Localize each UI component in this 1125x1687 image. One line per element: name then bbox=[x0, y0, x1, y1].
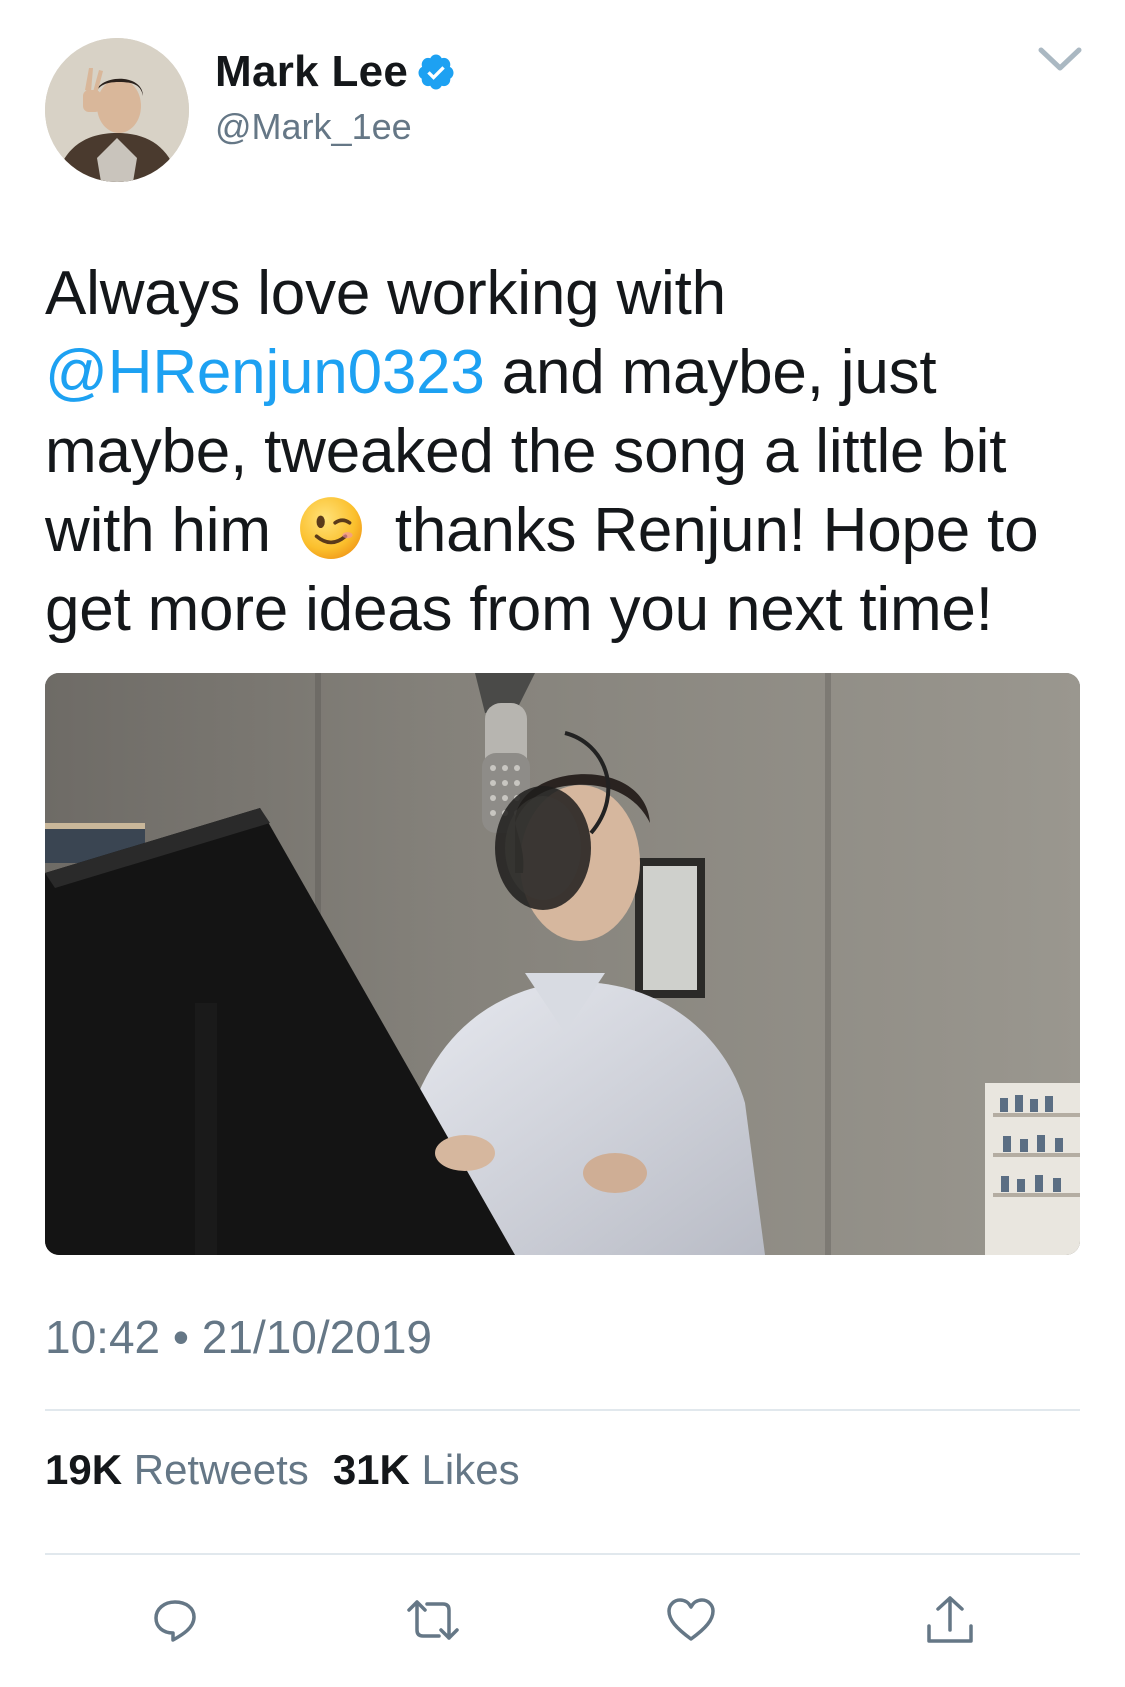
chevron-down-icon bbox=[1038, 47, 1082, 71]
tweet-text: Always love working with @HRenjun0323 an… bbox=[45, 254, 1085, 649]
avatar[interactable] bbox=[45, 38, 189, 182]
author-handle[interactable]: @Mark_1ee bbox=[215, 106, 412, 148]
tweet-text-segment: Always love working with bbox=[45, 259, 726, 328]
likes-label: Likes bbox=[421, 1446, 520, 1493]
share-button[interactable] bbox=[920, 1590, 980, 1650]
divider bbox=[45, 1553, 1080, 1555]
verified-badge-icon bbox=[418, 54, 454, 90]
heart-icon bbox=[667, 1598, 715, 1641]
retweet-button[interactable] bbox=[403, 1590, 463, 1650]
tweet-stats: 19K Retweets 31K Likes bbox=[45, 1446, 520, 1494]
share-icon bbox=[927, 1596, 973, 1643]
likes-count: 31K bbox=[332, 1446, 410, 1493]
tweet-detail: Mark Lee @Mark_1ee Always love working w… bbox=[0, 0, 1125, 1687]
more-options-button[interactable] bbox=[1034, 40, 1086, 80]
divider bbox=[45, 1409, 1080, 1411]
winking-face-emoji-icon bbox=[299, 497, 362, 559]
reply-button[interactable] bbox=[145, 1590, 205, 1650]
retweets-label: Retweets bbox=[133, 1446, 309, 1493]
like-button[interactable] bbox=[661, 1590, 721, 1650]
retweets-count: 19K bbox=[45, 1446, 123, 1493]
mention-link[interactable]: @HRenjun0323 bbox=[45, 338, 485, 407]
likes-stat[interactable]: 31K Likes bbox=[333, 1446, 520, 1493]
retweets-stat[interactable]: 19K Retweets bbox=[45, 1446, 309, 1493]
recording-studio-photo bbox=[45, 673, 1080, 1255]
action-bar bbox=[45, 1590, 1080, 1650]
tweet-timestamp: 10:42 • 21/10/2019 bbox=[45, 1311, 433, 1363]
retweet-icon bbox=[407, 1600, 459, 1640]
tweet-media-photo[interactable] bbox=[45, 673, 1080, 1255]
author-name-row[interactable]: Mark Lee bbox=[215, 44, 456, 100]
reply-icon bbox=[154, 1600, 196, 1642]
display-name[interactable]: Mark Lee bbox=[215, 47, 408, 97]
